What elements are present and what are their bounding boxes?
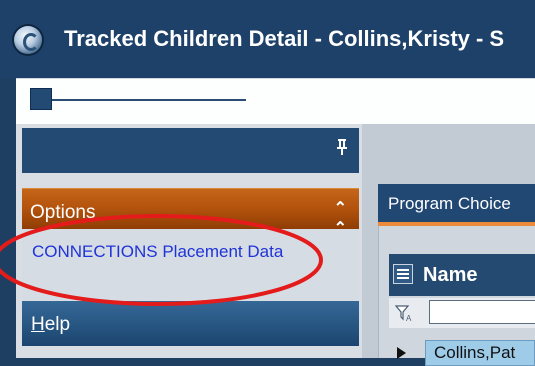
connections-placement-data-link[interactable]: CONNECTIONS Placement Data bbox=[32, 241, 332, 263]
filter-row: A bbox=[389, 298, 535, 328]
current-row-indicator-icon bbox=[397, 347, 406, 359]
title-bar: Tracked Children Detail - Collins,Kristy… bbox=[0, 0, 535, 78]
help-label-rest: elp bbox=[44, 314, 71, 335]
help-label: Help bbox=[31, 314, 70, 336]
grid: Name A bbox=[378, 226, 535, 358]
filter-icon[interactable]: A bbox=[395, 304, 413, 322]
grid-header: Name bbox=[389, 254, 535, 296]
table-row[interactable]: Collins,Pat bbox=[425, 340, 535, 366]
tab-program-choice[interactable]: Program Choice bbox=[378, 184, 535, 222]
column-chooser-icon[interactable] bbox=[393, 264, 413, 284]
app-icon[interactable] bbox=[14, 26, 42, 54]
options-header[interactable]: Options ⌃⌃ bbox=[22, 188, 359, 237]
window-title: Tracked Children Detail - Collins,Kristy… bbox=[64, 26, 505, 51]
help-header[interactable]: Help bbox=[22, 301, 359, 346]
options-panel: Options ⌃⌃ CONNECTIONS Placement Data He… bbox=[16, 124, 362, 358]
options-label: Options bbox=[30, 202, 96, 223]
pin-icon[interactable] bbox=[335, 138, 349, 156]
zoom-slider-thumb[interactable] bbox=[30, 88, 52, 110]
tab-label: Program Choice bbox=[388, 194, 511, 213]
options-body: CONNECTIONS Placement Data bbox=[22, 229, 359, 300]
name-filter-input[interactable] bbox=[429, 300, 535, 324]
panel-header bbox=[22, 128, 359, 173]
svg-text:A: A bbox=[406, 314, 412, 322]
main-panel: Program Choice Name A bbox=[362, 124, 535, 358]
row-name-cell: Collins,Pat bbox=[434, 343, 516, 362]
name-column-header[interactable]: Name bbox=[423, 264, 477, 287]
help-mnemonic: H bbox=[31, 314, 45, 335]
toolbar bbox=[16, 78, 535, 125]
zoom-slider-track[interactable] bbox=[52, 99, 246, 101]
